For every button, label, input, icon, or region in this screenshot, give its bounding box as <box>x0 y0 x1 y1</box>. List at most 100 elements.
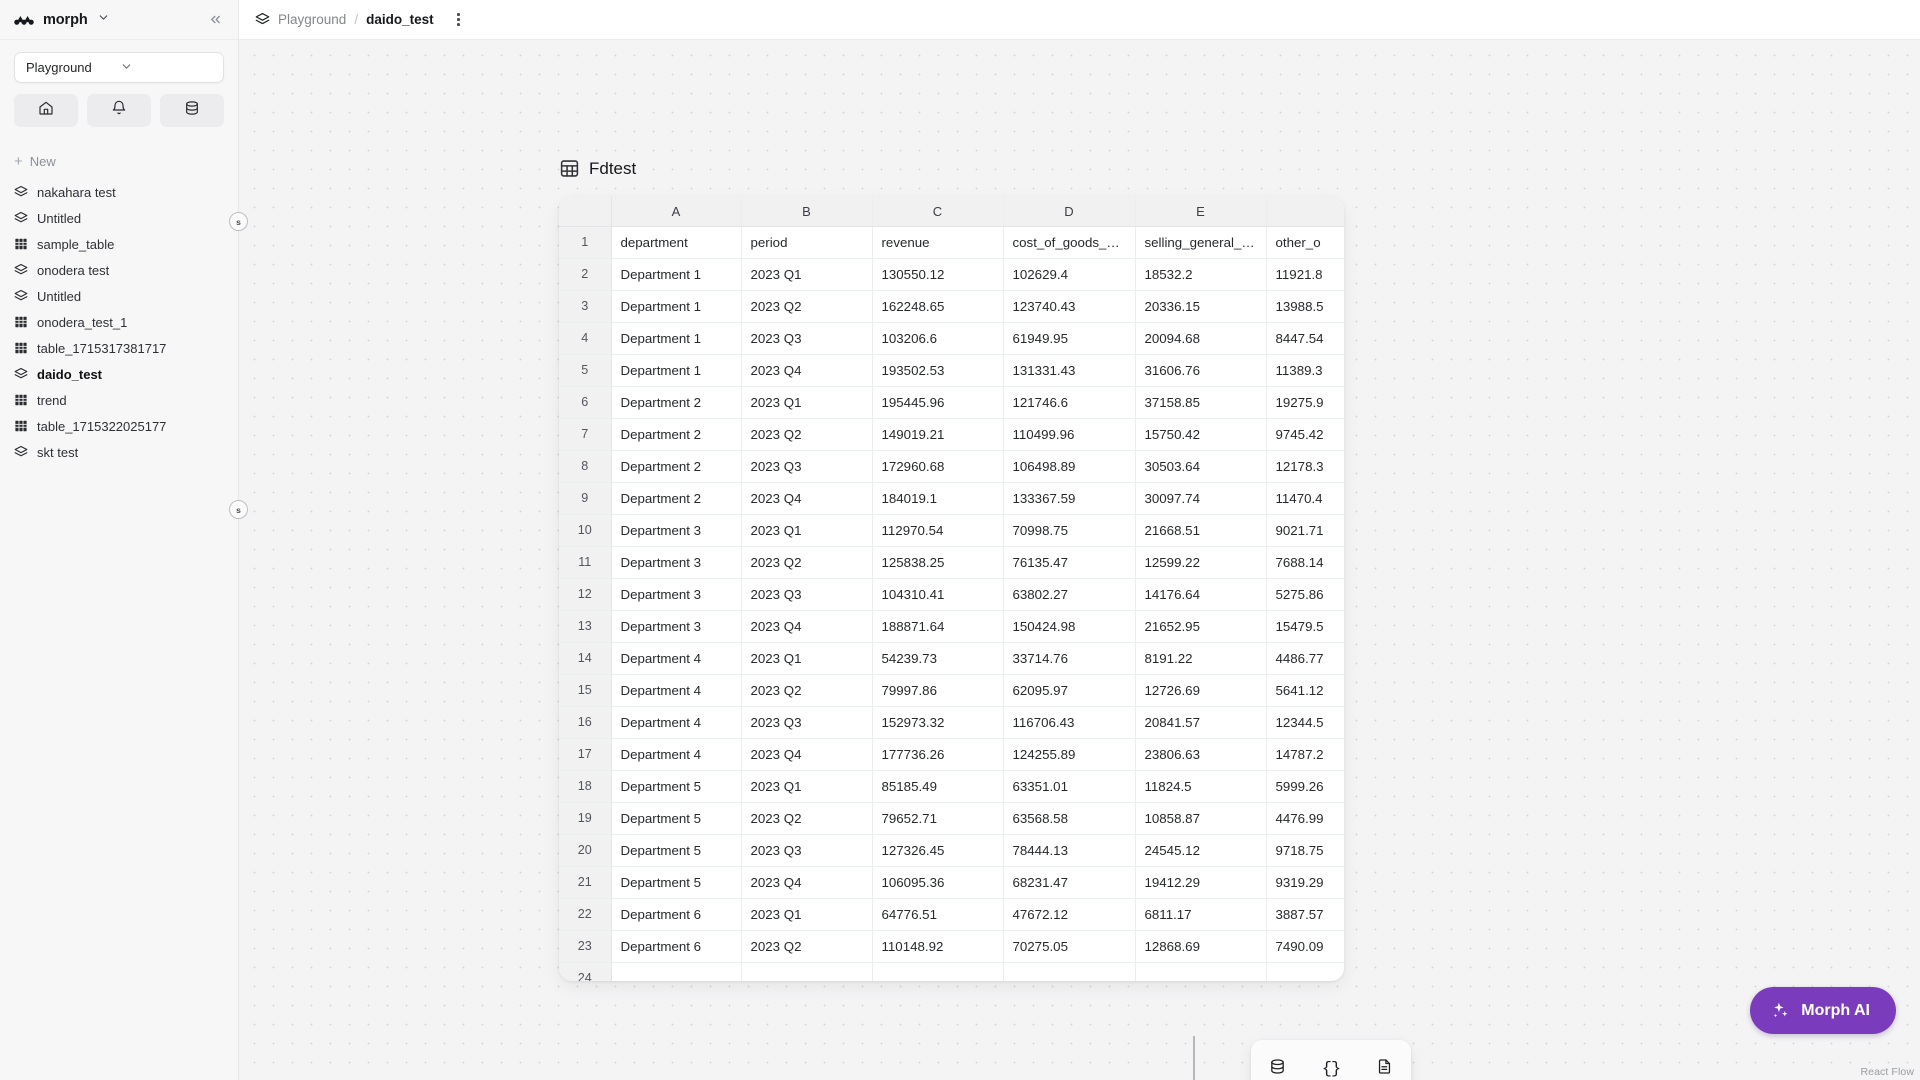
sidebar-item-untitled[interactable]: Untitled <box>0 283 238 309</box>
table-row[interactable]: 2 Department 1 2023 Q1 130550.12 102629.4 185… <box>559 258 1344 291</box>
brand-switcher[interactable]: morph <box>14 10 204 30</box>
table-cell[interactable]: 3887.57 <box>1266 898 1344 931</box>
table-cell[interactable]: 8191.22 <box>1135 642 1267 675</box>
column-header-a[interactable]: A <box>611 197 742 227</box>
table-cell[interactable]: Department 3 <box>611 610 742 643</box>
row-number[interactable]: 16 <box>559 706 612 739</box>
row-number[interactable]: 12 <box>559 578 612 611</box>
table-cell[interactable]: 162248.65 <box>872 290 1004 323</box>
table-cell[interactable]: 20336.15 <box>1135 290 1267 323</box>
table-cell[interactable]: 10858.87 <box>1135 802 1267 835</box>
table-cell[interactable]: 63802.27 <box>1003 578 1136 611</box>
toolbar-document-button[interactable] <box>1367 1052 1401 1080</box>
row-number[interactable]: 11 <box>559 546 612 579</box>
new-button[interactable]: + New <box>0 146 238 176</box>
row-number[interactable]: 15 <box>559 674 612 707</box>
table-cell[interactable]: 184019.1 <box>872 482 1004 515</box>
row-number[interactable]: 1 <box>559 226 612 259</box>
table-cell[interactable]: 177736.26 <box>872 738 1004 771</box>
table-cell[interactable]: revenue <box>872 226 1004 259</box>
table-cell[interactable]: 8447.54 <box>1266 322 1344 355</box>
table-cell[interactable] <box>1003 962 1136 981</box>
table-cell[interactable]: 2023 Q2 <box>741 674 873 707</box>
table-cell[interactable]: 125838.25 <box>872 546 1004 579</box>
row-number[interactable]: 20 <box>559 834 612 867</box>
table-cell[interactable]: 172960.68 <box>872 450 1004 483</box>
table-row[interactable]: 4 Department 1 2023 Q3 103206.6 61949.95 2009… <box>559 322 1344 355</box>
table-cell[interactable]: 68231.47 <box>1003 866 1136 899</box>
table-cell[interactable]: Department 5 <box>611 802 742 835</box>
row-number[interactable]: 23 <box>559 930 612 963</box>
node-handle-badge[interactable]: s <box>229 500 248 519</box>
table-row[interactable]: 13 Department 3 2023 Q4 188871.64 150424.98 2… <box>559 610 1344 643</box>
table-cell[interactable]: Department 5 <box>611 834 742 867</box>
row-number[interactable]: 9 <box>559 482 612 515</box>
table-cell[interactable]: 11389.3 <box>1266 354 1344 387</box>
table-cell[interactable]: 2023 Q1 <box>741 642 873 675</box>
table-cell[interactable]: 63351.01 <box>1003 770 1136 803</box>
table-cell[interactable]: 2023 Q2 <box>741 930 873 963</box>
table-cell[interactable]: 14787.2 <box>1266 738 1344 771</box>
table-row[interactable]: 10 Department 3 2023 Q1 112970.54 70998.75 21… <box>559 514 1344 547</box>
sidebar-item-table-1715322025177[interactable]: table_1715322025177 <box>0 413 238 439</box>
table-cell[interactable]: Department 1 <box>611 322 742 355</box>
table-cell[interactable]: 121746.6 <box>1003 386 1136 419</box>
table-cell[interactable]: department <box>611 226 742 259</box>
table-cell[interactable]: 6811.17 <box>1135 898 1267 931</box>
table-row[interactable]: 1 department period revenue cost_of_goods_… s… <box>559 226 1344 259</box>
sidebar-item-daido-test[interactable]: daido_test <box>0 361 238 387</box>
table-cell[interactable]: 149019.21 <box>872 418 1004 451</box>
table-cell[interactable]: 14176.64 <box>1135 578 1267 611</box>
table-cell[interactable]: 12868.69 <box>1135 930 1267 963</box>
row-number[interactable]: 18 <box>559 770 612 803</box>
toolbar-database-button[interactable] <box>1261 1052 1295 1080</box>
table-cell[interactable]: 124255.89 <box>1003 738 1136 771</box>
table-row[interactable]: 9 Department 2 2023 Q4 184019.1 133367.59 300… <box>559 482 1344 515</box>
table-cell[interactable] <box>872 962 1004 981</box>
table-row[interactable]: 8 Department 2 2023 Q3 172960.68 106498.89 30… <box>559 450 1344 483</box>
table-cell[interactable]: 9718.75 <box>1266 834 1344 867</box>
table-row[interactable]: 3 Department 1 2023 Q2 162248.65 123740.43 20… <box>559 290 1344 323</box>
table-cell[interactable]: 5275.86 <box>1266 578 1344 611</box>
table-cell[interactable]: Department 4 <box>611 738 742 771</box>
table-cell[interactable]: 2023 Q1 <box>741 386 873 419</box>
table-cell[interactable]: 110499.96 <box>1003 418 1136 451</box>
table-cell[interactable]: 2023 Q3 <box>741 706 873 739</box>
table-cell[interactable]: 2023 Q2 <box>741 290 873 323</box>
sidebar-item-onodera-test[interactable]: onodera test <box>0 257 238 283</box>
table-cell[interactable]: 7490.09 <box>1266 930 1344 963</box>
table-cell[interactable]: 2023 Q3 <box>741 578 873 611</box>
table-cell[interactable]: 37158.85 <box>1135 386 1267 419</box>
table-cell[interactable]: 12726.69 <box>1135 674 1267 707</box>
table-row[interactable]: 18 Department 5 2023 Q1 85185.49 63351.01 118… <box>559 770 1344 803</box>
table-cell[interactable]: 110148.92 <box>872 930 1004 963</box>
home-icon-button[interactable] <box>14 94 78 127</box>
table-cell[interactable]: Department 6 <box>611 898 742 931</box>
sidebar-item-table-1715317381717[interactable]: table_1715317381717 <box>0 335 238 361</box>
table-cell[interactable]: 9021.71 <box>1266 514 1344 547</box>
table-cell[interactable]: Department 2 <box>611 386 742 419</box>
table-cell[interactable]: 21668.51 <box>1135 514 1267 547</box>
table-cell[interactable]: 133367.59 <box>1003 482 1136 515</box>
table-cell[interactable]: other_o <box>1266 226 1344 259</box>
breadcrumb-current[interactable]: daido_test <box>366 12 434 27</box>
table-cell[interactable]: 11470.4 <box>1266 482 1344 515</box>
collapse-sidebar-button[interactable] <box>204 9 226 31</box>
table-cell[interactable]: 5641.12 <box>1266 674 1344 707</box>
table-cell[interactable]: 31606.76 <box>1135 354 1267 387</box>
column-header-c[interactable]: C <box>872 197 1004 227</box>
table-cell[interactable]: 19275.9 <box>1266 386 1344 419</box>
table-cell[interactable]: 106095.36 <box>872 866 1004 899</box>
table-cell[interactable]: 15750.42 <box>1135 418 1267 451</box>
table-cell[interactable]: 106498.89 <box>1003 450 1136 483</box>
table-cell[interactable]: 24545.12 <box>1135 834 1267 867</box>
table-cell[interactable]: Department 2 <box>611 418 742 451</box>
table-cell[interactable]: selling_general_… <box>1135 226 1267 259</box>
breadcrumb-root[interactable]: Playground <box>278 12 346 27</box>
table-cell[interactable]: 18532.2 <box>1135 258 1267 291</box>
table-cell[interactable]: 2023 Q1 <box>741 258 873 291</box>
table-row[interactable]: 14 Department 4 2023 Q1 54239.73 33714.76 819… <box>559 642 1344 675</box>
row-number[interactable]: 4 <box>559 322 612 355</box>
table-cell[interactable]: 2023 Q4 <box>741 738 873 771</box>
column-header-d[interactable]: D <box>1003 197 1136 227</box>
